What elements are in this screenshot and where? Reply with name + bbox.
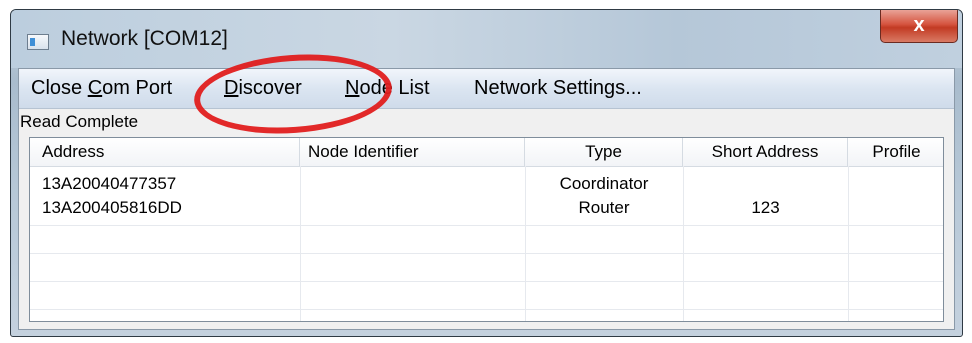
close-icon: x xyxy=(913,14,925,36)
cell-address: 13A200405816DD xyxy=(42,198,182,217)
window-title: Network [COM12] xyxy=(61,27,228,50)
column-header-node-identifier[interactable]: Node Identifier xyxy=(300,138,525,166)
app-icon xyxy=(27,34,49,50)
column-header-type[interactable]: Type xyxy=(525,138,683,166)
column-header-profile[interactable]: Profile xyxy=(848,138,943,166)
menu-bar: Close Com Port Discover Node List Networ… xyxy=(19,69,954,109)
row-divider xyxy=(30,253,943,254)
client-area: Close Com Port Discover Node List Networ… xyxy=(18,68,955,330)
table-row[interactable]: 13A200405816DD Router 123 xyxy=(30,194,943,222)
status-text: Read Complete xyxy=(20,112,139,131)
title-bar[interactable]: Network [COM12] x xyxy=(11,10,962,68)
menu-close-com-port[interactable]: Close Com Port xyxy=(31,77,172,100)
row-divider xyxy=(30,309,943,310)
menu-discover[interactable]: Discover xyxy=(224,77,302,100)
cell-short-address: 123 xyxy=(751,198,780,217)
column-header-short-address[interactable]: Short Address xyxy=(683,138,848,166)
node-table[interactable]: Address Node Identifier Type Short Addre… xyxy=(29,137,944,322)
cell-type: Router xyxy=(578,198,630,217)
network-window: Network [COM12] x Close Com Port Discove… xyxy=(10,9,963,337)
menu-network-settings[interactable]: Network Settings... xyxy=(474,77,642,100)
row-divider xyxy=(30,225,943,226)
menu-node-list[interactable]: Node List xyxy=(345,77,430,100)
table-header: Address Node Identifier Type Short Addre… xyxy=(30,138,943,167)
column-header-address[interactable]: Address xyxy=(30,138,300,166)
row-divider xyxy=(30,281,943,282)
close-button[interactable]: x xyxy=(880,10,958,43)
cell-profile xyxy=(848,194,943,222)
